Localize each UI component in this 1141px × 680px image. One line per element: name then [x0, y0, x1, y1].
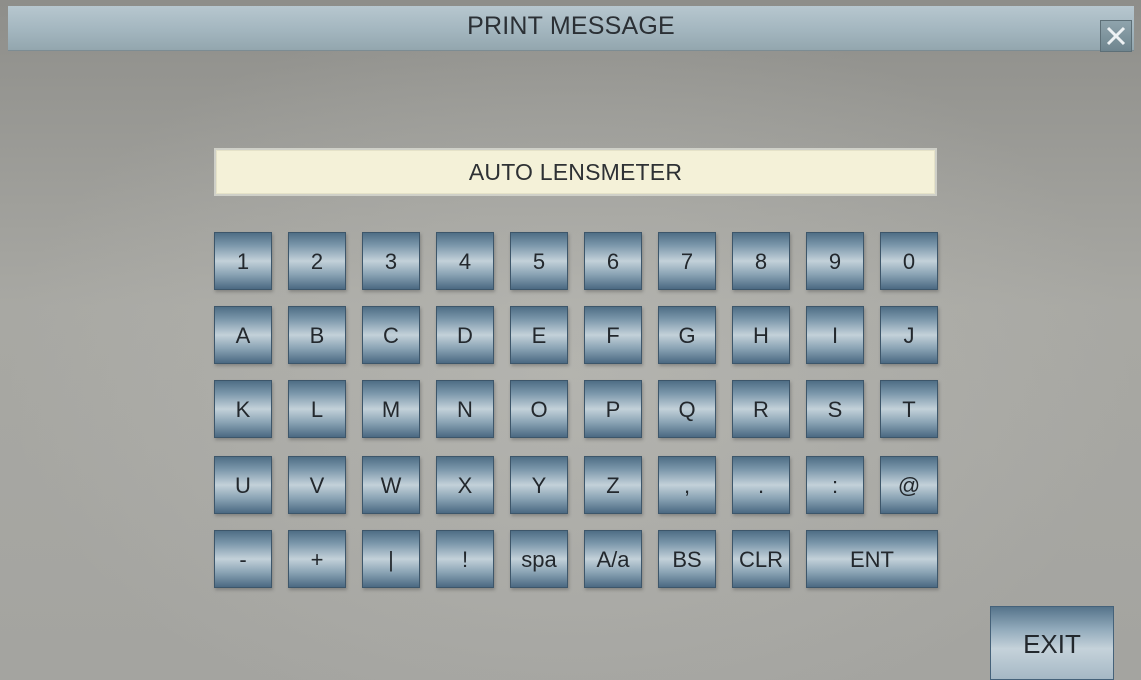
key-4-7[interactable]: CLR	[732, 530, 790, 588]
close-icon	[1106, 26, 1126, 46]
key-4-4[interactable]: spa	[510, 530, 568, 588]
key-2-3[interactable]: N	[436, 380, 494, 438]
key-0-2[interactable]: 3	[362, 232, 420, 290]
key-0-8[interactable]: 9	[806, 232, 864, 290]
key-1-9[interactable]: J	[880, 306, 938, 364]
key-4-8[interactable]: ENT	[806, 530, 938, 588]
key-1-1[interactable]: B	[288, 306, 346, 364]
key-1-3[interactable]: D	[436, 306, 494, 364]
title-bar: PRINT MESSAGE	[8, 6, 1134, 52]
key-4-2[interactable]: |	[362, 530, 420, 588]
print-message-screen: PRINT MESSAGE AUTO LENSMETER 1234567890 A…	[0, 0, 1141, 680]
key-2-6[interactable]: Q	[658, 380, 716, 438]
key-2-1[interactable]: L	[288, 380, 346, 438]
key-4-0[interactable]: -	[214, 530, 272, 588]
key-1-4[interactable]: E	[510, 306, 568, 364]
key-0-7[interactable]: 8	[732, 232, 790, 290]
key-1-7[interactable]: H	[732, 306, 790, 364]
exit-button[interactable]: EXIT	[990, 606, 1114, 680]
key-3-4[interactable]: Y	[510, 456, 568, 514]
key-0-4[interactable]: 5	[510, 232, 568, 290]
key-2-5[interactable]: P	[584, 380, 642, 438]
close-button[interactable]	[1100, 20, 1132, 52]
key-3-6[interactable]: ,	[658, 456, 716, 514]
key-0-5[interactable]: 6	[584, 232, 642, 290]
key-4-1[interactable]: +	[288, 530, 346, 588]
key-3-1[interactable]: V	[288, 456, 346, 514]
key-0-3[interactable]: 4	[436, 232, 494, 290]
key-3-8[interactable]: :	[806, 456, 864, 514]
key-0-1[interactable]: 2	[288, 232, 346, 290]
key-4-6[interactable]: BS	[658, 530, 716, 588]
key-2-4[interactable]: O	[510, 380, 568, 438]
key-1-6[interactable]: G	[658, 306, 716, 364]
key-1-8[interactable]: I	[806, 306, 864, 364]
key-3-9[interactable]: @	[880, 456, 938, 514]
key-2-8[interactable]: S	[806, 380, 864, 438]
key-2-9[interactable]: T	[880, 380, 938, 438]
key-2-2[interactable]: M	[362, 380, 420, 438]
key-3-3[interactable]: X	[436, 456, 494, 514]
key-0-9[interactable]: 0	[880, 232, 938, 290]
key-0-6[interactable]: 7	[658, 232, 716, 290]
key-3-5[interactable]: Z	[584, 456, 642, 514]
key-3-2[interactable]: W	[362, 456, 420, 514]
key-4-5[interactable]: A/a	[584, 530, 642, 588]
key-1-0[interactable]: A	[214, 306, 272, 364]
key-0-0[interactable]: 1	[214, 232, 272, 290]
key-3-0[interactable]: U	[214, 456, 272, 514]
key-2-7[interactable]: R	[732, 380, 790, 438]
key-4-3[interactable]: !	[436, 530, 494, 588]
key-1-5[interactable]: F	[584, 306, 642, 364]
key-1-2[interactable]: C	[362, 306, 420, 364]
window-title: PRINT MESSAGE	[467, 12, 675, 40]
key-2-0[interactable]: K	[214, 380, 272, 438]
key-3-7[interactable]: .	[732, 456, 790, 514]
message-field[interactable]: AUTO LENSMETER	[214, 148, 937, 196]
